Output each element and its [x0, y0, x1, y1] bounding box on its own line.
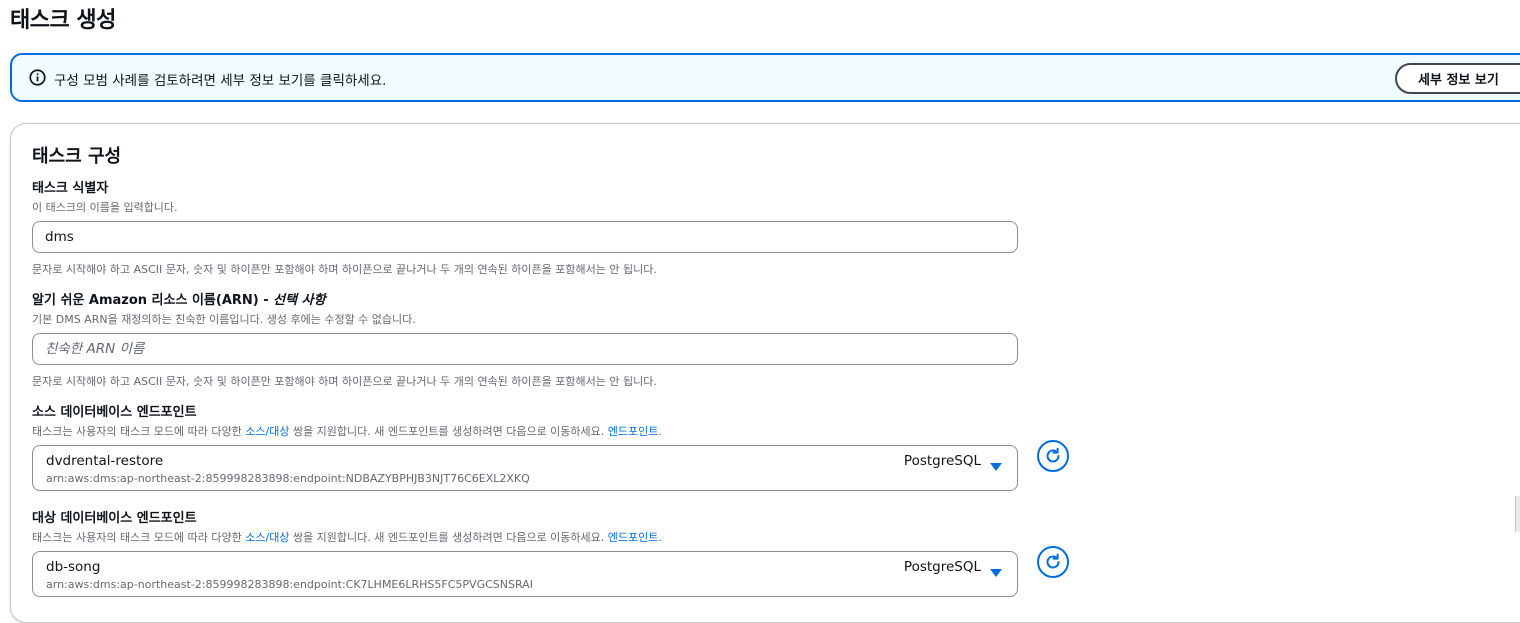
- refresh-source-button[interactable]: [1037, 440, 1069, 472]
- task-configuration-panel: 태스크 구성 태스크 식별자 이 태스크의 이름을 입력합니다. 문자로 시작해…: [10, 123, 1520, 623]
- target-endpoint-field: 대상 데이터베이스 엔드포인트 태스크는 사용자의 태스크 모드에 따라 다양한…: [32, 507, 1018, 597]
- friendly-arn-label: 알기 쉬운 Amazon 리소스 이름(ARN) - 선택 사항: [32, 293, 326, 308]
- view-details-button[interactable]: 세부 정보 보기: [1395, 63, 1520, 94]
- source-endpoint-field: 소스 데이터베이스 엔드포인트 태스크는 사용자의 태스크 모드에 따라 다양한…: [32, 401, 1018, 491]
- source-endpoint-select[interactable]: dvdrental-restore arn:aws:dms:ap-northea…: [32, 445, 1018, 491]
- source-endpoint-selected: dvdrental-restore: [46, 453, 164, 469]
- friendly-arn-field: 알기 쉬운 Amazon 리소스 이름(ARN) - 선택 사항 기본 DMS …: [32, 289, 1018, 389]
- source-endpoint-arn: arn:aws:dms:ap-northeast-2:859998283898:…: [46, 472, 530, 485]
- info-circle-icon: [29, 69, 46, 86]
- task-identifier-input[interactable]: [32, 221, 1018, 253]
- page-title: 태스크 생성: [10, 8, 116, 33]
- source-endpoint-label: 소스 데이터베이스 엔드포인트: [32, 405, 197, 420]
- caret-down-icon: [990, 463, 1002, 471]
- task-identifier-label: 태스크 식별자: [32, 181, 109, 196]
- optional-label: 선택 사항: [273, 293, 326, 308]
- refresh-target-button[interactable]: [1037, 546, 1069, 578]
- friendly-arn-input[interactable]: [32, 333, 1018, 365]
- task-identifier-constraint: 문자로 시작해야 하고 ASCII 문자, 숫자 및 하이픈만 포함해야 하며 …: [32, 263, 657, 276]
- source-target-link[interactable]: 소스/대상: [245, 425, 289, 438]
- refresh-icon: [1046, 553, 1060, 569]
- friendly-arn-description: 기본 DMS ARN을 재정의하는 친숙한 이름입니다. 생성 후에는 수정할 …: [32, 313, 416, 326]
- target-endpoint-arn: arn:aws:dms:ap-northeast-2:859998283898:…: [46, 578, 533, 591]
- target-endpoint-engine: PostgreSQL: [903, 559, 981, 575]
- target-endpoint-select[interactable]: db-song arn:aws:dms:ap-northeast-2:85999…: [32, 551, 1018, 597]
- endpoints-link[interactable]: 엔드포인트: [608, 425, 659, 438]
- source-endpoint-engine: PostgreSQL: [903, 453, 981, 469]
- friendly-arn-constraint: 문자로 시작해야 하고 ASCII 문자, 숫자 및 하이픈만 포함해야 하며 …: [32, 375, 657, 388]
- scrollbar-handle[interactable]: [1515, 496, 1520, 532]
- target-endpoint-selected: db-song: [46, 559, 101, 575]
- info-banner: 구성 모범 사례를 검토하려면 세부 정보 보기를 클릭하세요. 세부 정보 보…: [10, 53, 1520, 102]
- caret-down-icon: [990, 569, 1002, 577]
- panel-title: 태스크 구성: [32, 146, 122, 167]
- refresh-icon: [1046, 447, 1060, 463]
- endpoints-link[interactable]: 엔드포인트: [608, 531, 659, 544]
- info-banner-text: 구성 모범 사례를 검토하려면 세부 정보 보기를 클릭하세요.: [54, 73, 387, 89]
- task-identifier-description: 이 태스크의 이름을 입력합니다.: [32, 201, 178, 214]
- target-endpoint-description: 태스크는 사용자의 태스크 모드에 따라 다양한 소스/대상 쌍을 지원합니다.…: [32, 531, 662, 544]
- target-endpoint-label: 대상 데이터베이스 엔드포인트: [32, 511, 197, 526]
- source-endpoint-description: 태스크는 사용자의 태스크 모드에 따라 다양한 소스/대상 쌍을 지원합니다.…: [32, 425, 662, 438]
- source-target-link[interactable]: 소스/대상: [245, 531, 289, 544]
- task-identifier-field: 태스크 식별자 이 태스크의 이름을 입력합니다. 문자로 시작해야 하고 AS…: [32, 177, 1018, 277]
